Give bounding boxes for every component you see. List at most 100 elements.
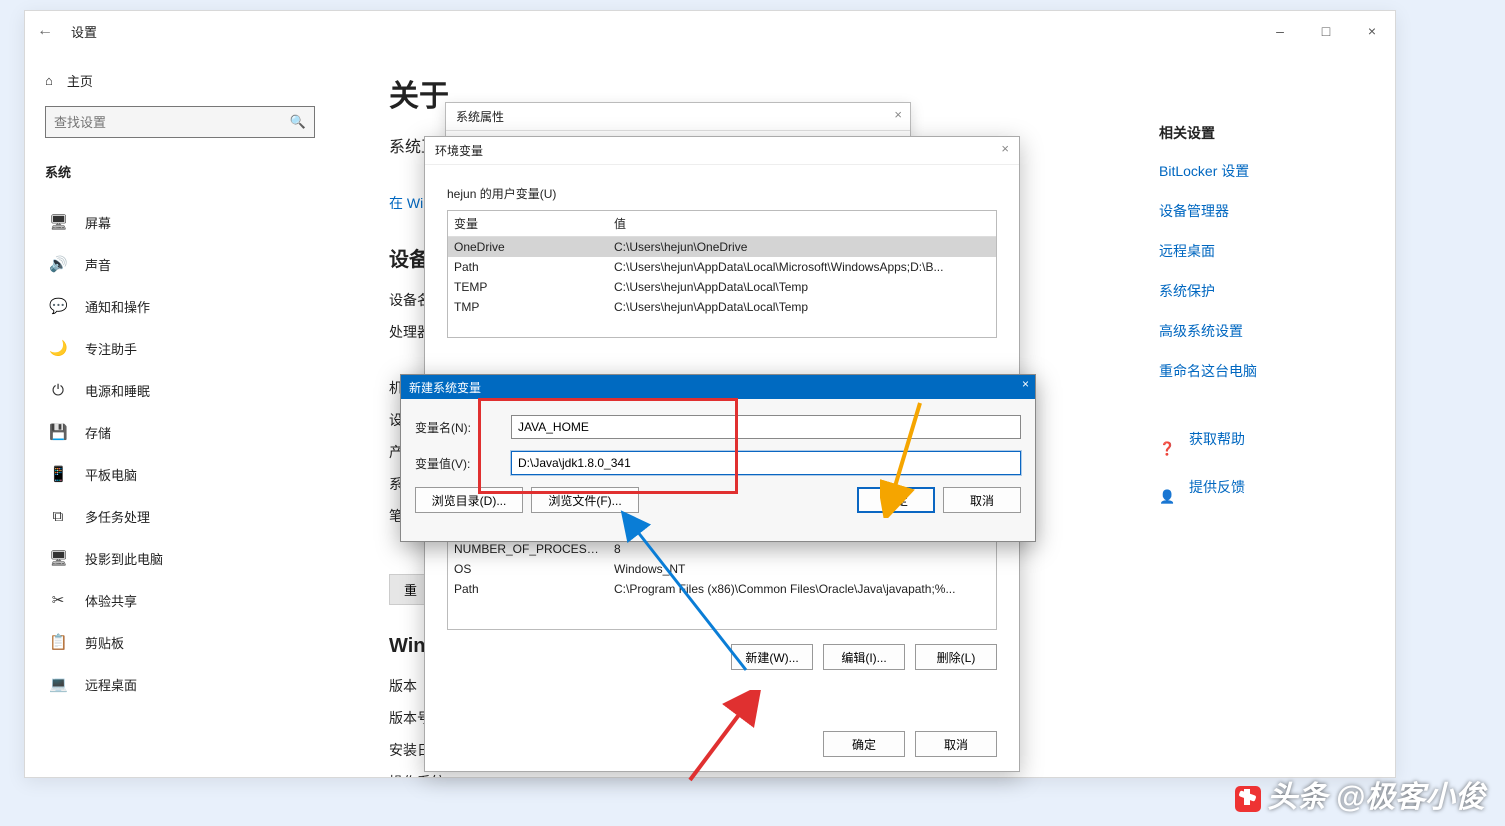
sidebar-item-clipboard[interactable]: 📋 剪贴板 (45, 621, 317, 663)
sidebar-item-multitask[interactable]: ⧉多任务处理 (45, 495, 317, 537)
table-row[interactable]: PathC:\Program Files (x86)\Common Files\… (448, 579, 996, 599)
sidebar-item-label: 存储 (85, 423, 111, 442)
hdr-var: 变量 (448, 211, 608, 236)
cell: Path (448, 579, 608, 599)
ok-button[interactable]: 确定 (823, 731, 905, 757)
tablet-icon: 📱 (49, 465, 67, 483)
link-device-manager[interactable]: 设备管理器 (1159, 201, 1399, 221)
close-icon[interactable]: × (1001, 141, 1009, 156)
related-heading: 相关设置 (1159, 123, 1399, 143)
var-value-input[interactable] (511, 451, 1021, 475)
related-settings: 相关设置 BitLocker 设置 设备管理器 远程桌面 系统保护 高级系统设置… (1159, 123, 1399, 517)
cell: C:\Users\hejun\AppData\Local\Microsoft\W… (608, 257, 996, 277)
cell: 8 (608, 539, 996, 559)
sidebar-item-label: 专注助手 (85, 339, 137, 358)
cell: C:\Users\hejun\OneDrive (608, 237, 996, 257)
var-value-label: 变量值(V): (415, 455, 511, 472)
search-field[interactable] (54, 115, 290, 130)
hdr-val: 值 (608, 211, 996, 236)
sound-icon: 🔊 (49, 255, 67, 273)
back-icon[interactable]: ← (25, 22, 65, 40)
help-label: 获取帮助 (1189, 429, 1245, 449)
table-row[interactable]: OneDriveC:\Users\hejun\OneDrive (448, 237, 996, 257)
cell: Windows_NT (608, 559, 996, 579)
browse-file-button[interactable]: 浏览文件(F)... (531, 487, 639, 513)
var-name-label: 变量名(N): (415, 419, 511, 436)
window-title: 设置 (71, 22, 97, 41)
newvar-title-text: 新建系统变量 (409, 379, 481, 396)
remote-icon: 💻 (49, 675, 67, 693)
newvar-title: 新建系统变量 × (401, 375, 1035, 399)
cell: Path (448, 257, 608, 277)
cell: OS (448, 559, 608, 579)
new-system-variable-dialog: 新建系统变量 × 变量名(N): 变量值(V): 浏览目录(D)... 浏览文件(… (400, 374, 1036, 542)
maximize-icon[interactable]: □ (1303, 11, 1349, 51)
help-link[interactable]: ❓ 获取帮助 (1159, 429, 1399, 469)
browse-dir-button[interactable]: 浏览目录(D)... (415, 487, 523, 513)
envdlg-title: 环境变量 (425, 137, 1019, 165)
sidebar-item-home[interactable]: ⌂ 主页 (45, 71, 317, 90)
sidebar-item-label: 电源和睡眠 (85, 381, 150, 400)
cell: NUMBER_OF_PROCESSORS (448, 539, 608, 559)
help-icon: ❓ (1159, 441, 1175, 457)
cell: C:\Users\hejun\AppData\Local\Temp (608, 297, 996, 317)
sidebar-item-sound[interactable]: 🔊 声音 (45, 243, 317, 285)
comment-icon: 💬 (49, 297, 67, 315)
link-bitlocker[interactable]: BitLocker 设置 (1159, 161, 1399, 181)
sidebar: ⌂ 主页 🔍 系统 🖥屏幕 🔊 声音 💬 通知和操作 🌙 专注助手 ⏻电源和睡眠 💾存… (25, 51, 337, 779)
link-advanced-system[interactable]: 高级系统设置 (1159, 321, 1399, 341)
sidebar-item-display[interactable]: 🖥屏幕 (45, 201, 317, 243)
sidebar-item-focus[interactable]: 🌙 专注助手 (45, 327, 317, 369)
var-name-input[interactable] (511, 415, 1021, 439)
home-icon: ⌂ (45, 73, 53, 88)
ok-button[interactable]: 确定 (857, 487, 935, 513)
sidebar-item-label: 通知和操作 (85, 297, 150, 316)
cell: OneDrive (448, 237, 608, 257)
section-label: 系统 (45, 162, 317, 181)
sidebar-item-remote[interactable]: 💻远程桌面 (45, 663, 317, 705)
delete-button[interactable]: 删除(L) (915, 644, 997, 670)
table-row[interactable]: NUMBER_OF_PROCESSORS8 (448, 539, 996, 559)
link-remote-desktop[interactable]: 远程桌面 (1159, 241, 1399, 261)
clipboard-icon: 📋 (49, 633, 67, 651)
sidebar-item-label: 多任务处理 (85, 507, 150, 526)
sidebar-item-power[interactable]: ⏻电源和睡眠 (45, 369, 317, 411)
share-icon: ✂ (49, 591, 67, 609)
feedback-icon: 👤 (1159, 489, 1175, 505)
close-icon[interactable]: × (894, 107, 902, 122)
watermark-text: 头条 @极客小俊 (1267, 781, 1485, 814)
table-row[interactable]: TMPC:\Users\hejun\AppData\Local\Temp (448, 297, 996, 317)
sidebar-item-label: 平板电脑 (85, 465, 137, 484)
sidebar-item-label: 声音 (85, 255, 111, 274)
table-row[interactable]: OSWindows_NT (448, 559, 996, 579)
search-input[interactable]: 🔍 (45, 106, 315, 138)
sidebar-item-notifications[interactable]: 💬 通知和操作 (45, 285, 317, 327)
sidebar-item-label: 体验共享 (85, 591, 137, 610)
sidebar-item-label: 剪贴板 (85, 633, 124, 652)
sidebar-item-shared[interactable]: ✂ 体验共享 (45, 579, 317, 621)
sidebar-item-projecting[interactable]: 🖥 投影到此电脑 (45, 537, 317, 579)
sidebar-item-storage[interactable]: 💾存储 (45, 411, 317, 453)
watermark-icon (1235, 786, 1261, 812)
new-button[interactable]: 新建(W)... (731, 644, 813, 670)
cancel-button[interactable]: 取消 (943, 487, 1021, 513)
cell: C:\Users\hejun\AppData\Local\Temp (608, 277, 996, 297)
minimize-icon[interactable]: – (1257, 11, 1303, 51)
feedback-link[interactable]: 👤 提供反馈 (1159, 477, 1399, 517)
sidebar-item-tablet[interactable]: 📱 平板电脑 (45, 453, 317, 495)
close-icon[interactable]: × (1022, 377, 1029, 391)
search-icon: 🔍 (290, 114, 306, 130)
sidebar-item-label: 投影到此电脑 (85, 549, 163, 568)
feedback-label: 提供反馈 (1189, 477, 1245, 497)
user-vars-table[interactable]: 变量值 OneDriveC:\Users\hejun\OneDrive Path… (447, 210, 997, 338)
table-row[interactable]: TEMPC:\Users\hejun\AppData\Local\Temp (448, 277, 996, 297)
table-row[interactable]: PathC:\Users\hejun\AppData\Local\Microso… (448, 257, 996, 277)
link-rename-pc[interactable]: 重命名这台电脑 (1159, 361, 1399, 381)
cancel-button[interactable]: 取消 (915, 731, 997, 757)
project-icon: 🖥 (49, 549, 67, 567)
cell: TEMP (448, 277, 608, 297)
edit-button[interactable]: 编辑(I)... (823, 644, 905, 670)
link-system-protection[interactable]: 系统保护 (1159, 281, 1399, 301)
moon-icon: 🌙 (49, 339, 67, 357)
close-icon[interactable]: × (1349, 11, 1395, 51)
